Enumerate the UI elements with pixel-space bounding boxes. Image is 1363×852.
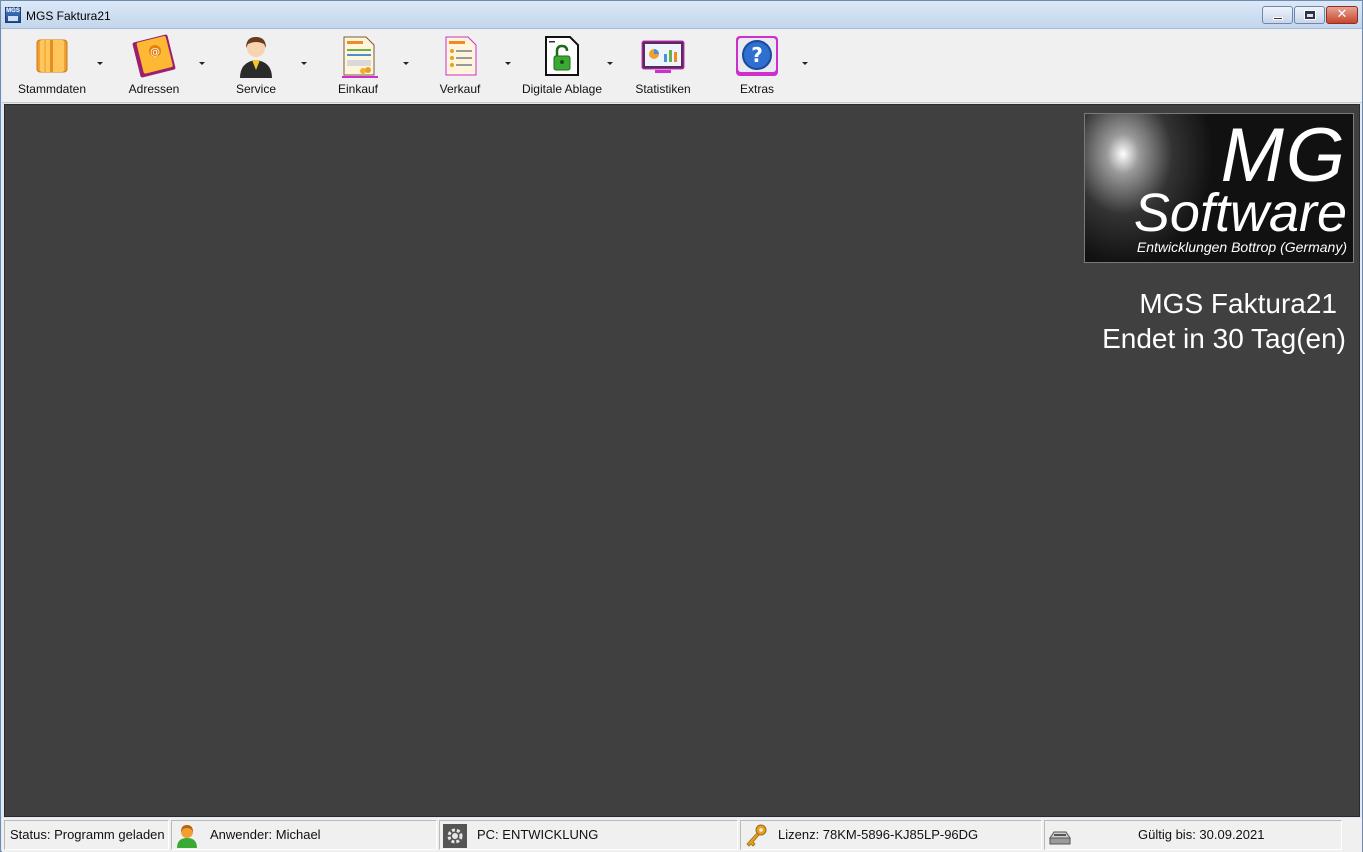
- minimize-button[interactable]: [1262, 6, 1293, 24]
- app-window: MGS MGS Faktura21 ✕ Stammdaten @ Adresse…: [0, 0, 1363, 852]
- user-panel: Anwender: Michael: [171, 820, 437, 850]
- toolbar-verkauf-label: Verkauf: [439, 82, 481, 96]
- key-icon: [746, 824, 767, 847]
- user-icon: [177, 825, 197, 848]
- toolbar-digitale-ablage-label: Digitale Ablage: [521, 82, 603, 96]
- address-book-icon: @: [132, 34, 176, 78]
- adressen-dropdown-arrow[interactable]: [199, 62, 205, 65]
- statistics-monitor-icon: [641, 40, 685, 73]
- pc-panel: PC: ENTWICKLUNG: [439, 820, 738, 850]
- sales-document-icon: [445, 36, 477, 76]
- user-text: Anwender: Michael: [210, 827, 321, 842]
- toolbar-stammdaten-label: Stammdaten: [17, 82, 87, 96]
- stammdaten-dropdown-arrow[interactable]: [97, 62, 103, 65]
- lock-document-icon: [545, 36, 579, 76]
- mg-software-logo: MG Software Entwicklungen Bottrop (Germa…: [1084, 113, 1354, 263]
- svg-text:?: ?: [751, 43, 763, 67]
- title-bar[interactable]: MGS MGS Faktura21 ✕: [1, 1, 1362, 29]
- valid-until-text: Gültig bis: 30.09.2021: [1138, 827, 1265, 842]
- mgs-app-icon[interactable]: MGS: [5, 7, 21, 23]
- toolbar-adressen-label: Adressen: [128, 82, 180, 96]
- einkauf-dropdown-arrow[interactable]: [403, 62, 409, 65]
- license-text: Lizenz: 78KM-5896-KJ85LP-96DG: [778, 827, 979, 842]
- service-dropdown-arrow[interactable]: [301, 62, 307, 65]
- toolbar-extras-button[interactable]: ? Extras: [707, 31, 807, 99]
- validity-panel: Gültig bis: 30.09.2021: [1044, 820, 1342, 850]
- toolbar-einkauf-button[interactable]: Einkauf: [308, 31, 408, 99]
- maximize-icon: [1304, 10, 1316, 20]
- logo-software-text: Software: [1133, 183, 1347, 243]
- minimize-icon: [1273, 17, 1283, 20]
- main-workspace: MG Software Entwicklungen Bottrop (Germa…: [4, 104, 1360, 817]
- scanner-icon: [1049, 831, 1071, 845]
- maximize-button[interactable]: [1294, 6, 1325, 24]
- toolbar-stammdaten-button[interactable]: Stammdaten: [2, 31, 102, 99]
- verkauf-dropdown-arrow[interactable]: [505, 62, 511, 65]
- toolbar-digitale-ablage-button[interactable]: Digitale Ablage: [512, 31, 612, 99]
- toolbar-einkauf-label: Einkauf: [337, 82, 379, 96]
- toolbar-adressen-button[interactable]: @ Adressen: [104, 31, 204, 99]
- status-bar: Status: Programm geladen Anwender: Micha…: [2, 818, 1362, 852]
- toolbar-extras-label: Extras: [739, 82, 774, 96]
- gear-icon: [443, 824, 467, 848]
- toolbar-verkauf-button[interactable]: Verkauf: [410, 31, 510, 99]
- close-icon: ✕: [1336, 7, 1348, 22]
- help-question-icon: ?: [736, 36, 778, 76]
- pc-text: PC: ENTWICKLUNG: [477, 827, 599, 842]
- window-title: MGS Faktura21: [26, 9, 111, 23]
- service-person-icon: [240, 37, 272, 78]
- stammdaten-folder-icon: [36, 39, 68, 73]
- logo-subtitle: Entwicklungen Bottrop (Germany): [1136, 239, 1347, 255]
- close-button[interactable]: ✕: [1326, 6, 1358, 24]
- toolbar-service-button[interactable]: Service: [206, 31, 306, 99]
- purchase-document-icon: [342, 36, 378, 78]
- toolbar-service-label: Service: [235, 82, 276, 96]
- status-text: Status: Programm geladen: [10, 827, 165, 842]
- product-name: MGS Faktura21: [1139, 288, 1337, 319]
- toolbar-statistiken-button[interactable]: Statistiken: [613, 31, 713, 99]
- status-panel: Status: Programm geladen: [4, 820, 169, 850]
- license-panel: Lizenz: 78KM-5896-KJ85LP-96DG: [740, 820, 1042, 850]
- svg-text:@: @: [150, 47, 160, 58]
- main-toolbar: Stammdaten @ Adressen Service Einkauf Ve…: [2, 29, 1362, 103]
- trial-remaining-days: Endet in 30 Tag(en): [1102, 323, 1346, 354]
- toolbar-statistiken-label: Statistiken: [635, 82, 691, 96]
- extras-dropdown-arrow[interactable]: [802, 62, 808, 65]
